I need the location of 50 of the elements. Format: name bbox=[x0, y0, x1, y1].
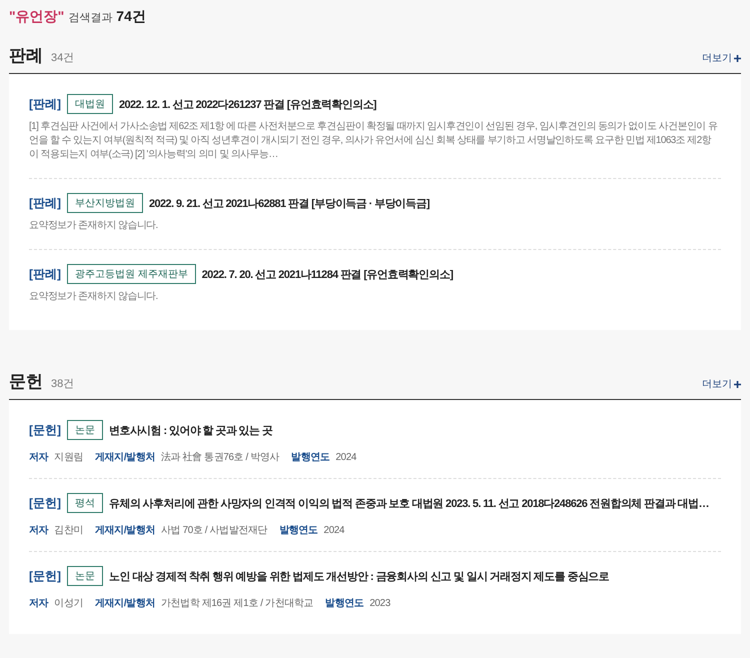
court-tag: 광주고등법원 제주재판부 bbox=[67, 264, 196, 284]
section-count: 34건 bbox=[51, 51, 74, 65]
meta-value: 法과 社會 통권76호 / 박영사 bbox=[161, 450, 280, 464]
category-label: [문헌] bbox=[29, 568, 61, 584]
meta-value: 사법 70호 / 사법발전재단 bbox=[161, 524, 268, 537]
meta-value: 2024 bbox=[336, 452, 356, 463]
section-title: 판례 bbox=[9, 45, 43, 67]
court-tag: 평석 bbox=[67, 493, 103, 513]
meta-label: 게재지/발행처 bbox=[95, 597, 155, 610]
category-label: [판례] bbox=[29, 194, 61, 212]
search-query: "유언장" bbox=[9, 8, 64, 26]
court-tag: 대법원 bbox=[67, 94, 113, 114]
result-title-link[interactable]: 변호사시험 : 있어야 할 곳과 있는 곳 bbox=[109, 422, 272, 438]
result-title-link[interactable]: 2022. 7. 20. 선고 2021나11284 판결 [유언효력확인의소] bbox=[202, 266, 453, 282]
meta-label: 저자 bbox=[29, 597, 48, 610]
meta-value: 2023 bbox=[370, 598, 390, 609]
meta-label: 발행연도 bbox=[279, 524, 318, 537]
result-title-link[interactable]: 2022. 9. 21. 선고 2021나62881 판결 [부당이득금 · 부당이득금] bbox=[149, 196, 430, 210]
meta-label: 발행연도 bbox=[325, 597, 364, 610]
result-title-link[interactable]: 2022. 12. 1. 선고 2022다261237 판결 [유언효력확인의소] bbox=[119, 96, 376, 112]
more-link[interactable]: 더보기 bbox=[702, 377, 741, 391]
meta-value: 이성기 bbox=[54, 597, 84, 610]
meta-label: 게재지/발행처 bbox=[95, 451, 155, 464]
meta-value: 지원림 bbox=[54, 451, 84, 464]
meta-label: 발행연도 bbox=[291, 451, 330, 464]
meta-value: 2024 bbox=[324, 525, 344, 536]
result-title-link[interactable]: 유체의 사후처리에 관한 사망자의 인격적 이익의 법적 존중과 보호 대법원 2023. 5. 11. 선고 2018다248626 전원합의체 판결과 대법… bbox=[109, 496, 709, 510]
meta-label: 게재지/발행처 bbox=[95, 524, 155, 537]
result-count: 74건 bbox=[116, 8, 146, 26]
meta-value: 가천법학 제16권 제1호 / 가천대학교 bbox=[161, 597, 314, 610]
category-label: [판례] bbox=[29, 266, 61, 282]
section-count: 38건 bbox=[51, 377, 74, 391]
category-label: [문헌] bbox=[29, 422, 61, 438]
summary-text: 요약정보가 존재하지 않습니다. bbox=[29, 219, 159, 233]
court-tag: 논문 bbox=[67, 566, 103, 586]
plus-icon bbox=[734, 54, 741, 62]
court-tag: 부산지방법원 bbox=[67, 193, 143, 213]
meta-value: 김찬미 bbox=[54, 524, 84, 537]
court-tag: 논문 bbox=[67, 420, 103, 440]
more-link[interactable]: 더보기 bbox=[702, 51, 741, 65]
meta-label: 저자 bbox=[29, 451, 48, 464]
category-label: [판례] bbox=[29, 96, 61, 112]
summary-text: 요약정보가 존재하지 않습니다. bbox=[29, 290, 159, 304]
category-label: [문헌] bbox=[29, 494, 61, 512]
summary-text: [1] 후견심판 사건에서 가사소송법 제62조 제1항 에 따른 사전처분으로 후견심판이 확정될 때까지 임시후견인이 선임된 경우, 임시후견인의 동의가 없이도 사건본인이 유언을 할 수 있는지 여부(원칙적 적극) 및 아직 성년후견이 개시되기 전인 경우, 의사가 유언서에 심신 회복 상태를 부기하고 서명날인하도록 요구한 민법 제1063조 제2항 이 적용되는지 여부(소극) [2] '의사능력'의 의미 및 의사무능… bbox=[29, 120, 718, 162]
plus-icon bbox=[734, 380, 741, 388]
meta-label: 저자 bbox=[29, 524, 48, 537]
result-label: 검색결과 bbox=[68, 11, 112, 25]
result-title-link[interactable]: 노인 대상 경제적 착취 행위 예방을 위한 법제도 개선방안 : 금융회사의 신고 및 일시 거래정지 제도를 중심으로 bbox=[109, 568, 609, 584]
section-title: 문헌 bbox=[9, 371, 43, 393]
